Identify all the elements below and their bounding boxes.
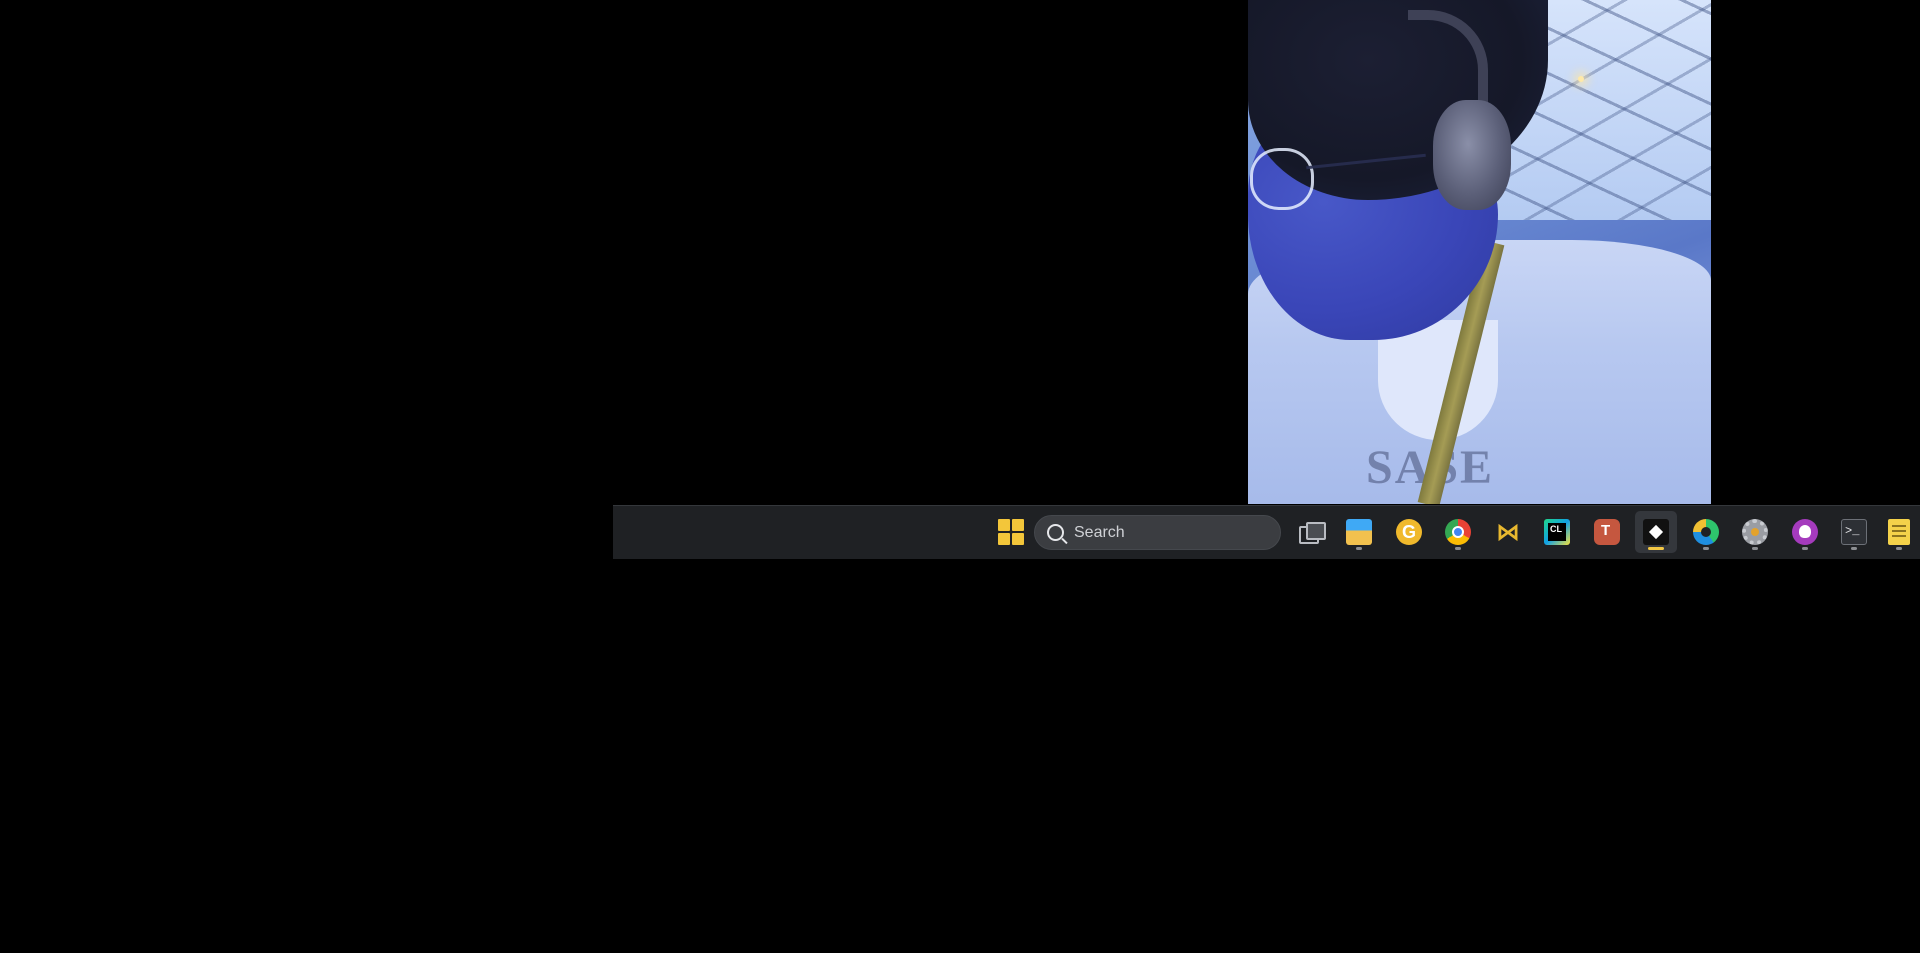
taskbar-box-app[interactable]: [1635, 511, 1677, 553]
box-icon: [1643, 519, 1669, 545]
ceiling-light: [1578, 76, 1584, 82]
taskbar-task-view[interactable]: [1289, 511, 1331, 553]
running-indicator: [1752, 547, 1758, 550]
running-indicator: [1896, 547, 1902, 550]
running-indicator: [1703, 547, 1709, 550]
gear-icon: [1742, 519, 1768, 545]
teams-glyph: T: [1601, 522, 1611, 539]
chrome-icon: [1445, 519, 1471, 545]
folder-icon: [1346, 519, 1372, 545]
taskbar-settings[interactable]: [1734, 511, 1776, 553]
taskbar: G ⋈ CL T >_: [613, 505, 1920, 559]
active-indicator: [1648, 547, 1664, 550]
running-indicator: [1851, 547, 1857, 550]
running-indicator: [1802, 547, 1808, 550]
running-indicator: [1356, 547, 1362, 550]
taskbar-clion[interactable]: CL: [1536, 511, 1578, 553]
terminal-icon: >_: [1841, 519, 1867, 545]
clion-glyph: CL: [1550, 524, 1562, 534]
taskbar-file-explorer[interactable]: [1338, 511, 1380, 553]
taskbar-github-desktop[interactable]: [1784, 511, 1826, 553]
windows-start-icon: [998, 519, 1024, 545]
visual-studio-icon: ⋈: [1496, 518, 1520, 546]
start-button[interactable]: [990, 511, 1032, 553]
person-glasses: [1250, 148, 1314, 210]
taskbar-edge[interactable]: [1685, 511, 1727, 553]
taskbar-g-app[interactable]: G: [1388, 511, 1430, 553]
task-view-icon: [1297, 519, 1326, 545]
taskbar-chrome[interactable]: [1437, 511, 1479, 553]
running-indicator: [1455, 547, 1461, 550]
taskbar-search[interactable]: [1034, 515, 1281, 550]
github-icon: [1792, 519, 1818, 545]
edge-icon: [1693, 519, 1719, 545]
g-icon: G: [1396, 519, 1422, 545]
clion-icon: CL: [1544, 519, 1570, 545]
teams-icon: T: [1594, 519, 1620, 545]
headphone-cup: [1433, 100, 1511, 210]
webcam-preview-window[interactable]: SASE: [1248, 0, 1711, 504]
taskbar-visual-studio[interactable]: ⋈: [1487, 511, 1529, 553]
taskbar-notepad[interactable]: [1878, 511, 1920, 553]
search-icon: [1047, 524, 1064, 541]
taskbar-teams[interactable]: T: [1586, 511, 1628, 553]
taskbar-terminal[interactable]: >_: [1833, 511, 1875, 553]
search-input[interactable]: [1072, 522, 1266, 543]
notepad-icon: [1888, 519, 1910, 545]
